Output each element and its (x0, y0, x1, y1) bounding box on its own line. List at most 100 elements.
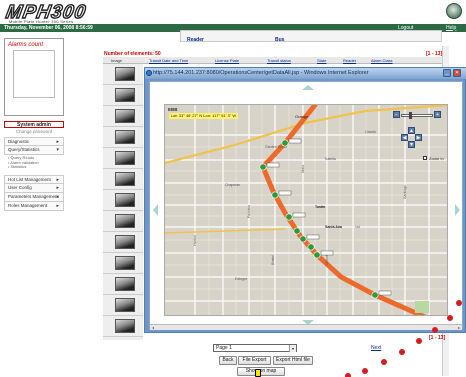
zoom-control: − + ▲ ◀ ▶ ▼ Zoom In (393, 111, 445, 171)
zoom-out-icon[interactable]: − (393, 111, 400, 118)
table-row[interactable] (103, 85, 143, 106)
submenu-statistics[interactable]: • Statistics (8, 164, 60, 170)
show-on-map-button[interactable]: Show on map (237, 367, 285, 376)
table-row[interactable] (103, 316, 143, 337)
pan-right-arrow-icon[interactable] (455, 204, 460, 216)
menu-item-label: Diagnostic (8, 139, 30, 144)
table-row[interactable] (103, 169, 143, 190)
plate-image[interactable] (115, 193, 135, 207)
table-row[interactable] (103, 274, 143, 295)
image-column (103, 64, 143, 340)
plate-image[interactable] (115, 298, 135, 312)
popup-title: http://75.144.201.237:8080/OperationsCen… (153, 70, 369, 76)
chevron-down-icon: ▾ (289, 345, 296, 352)
next-page-link[interactable]: Next (371, 345, 381, 351)
table-row[interactable] (103, 64, 143, 85)
chevron-right-icon: ▸ (56, 184, 59, 191)
table-row[interactable] (103, 106, 143, 127)
change-password-link[interactable]: Change password (4, 129, 64, 134)
column-header[interactable]: Alarm Class (371, 58, 393, 63)
zoom-slider[interactable] (401, 114, 433, 117)
popup-body: EBB Lat: 33° 46' 27" N Lon: 117° 51' 3" … (149, 81, 463, 330)
current-user: System admin (4, 121, 64, 128)
plate-image[interactable] (115, 130, 135, 144)
pan-north-icon[interactable]: ▲ (408, 127, 415, 134)
pan-east-icon[interactable]: ▶ (415, 134, 422, 141)
alarms-count-panel: Alarms count (4, 38, 64, 116)
dot-icon (456, 300, 462, 306)
column-header[interactable]: Transit status (267, 58, 291, 63)
plate-image[interactable] (115, 277, 135, 291)
bus-label: Bus (275, 37, 285, 43)
sidebar-menu: Diagnostic ▸ Query/Statistics ▾ • Query … (4, 137, 64, 211)
pan-west-icon[interactable]: ◀ (401, 134, 408, 141)
table-row[interactable] (103, 211, 143, 232)
marker-tag (378, 290, 392, 296)
file-export-button[interactable]: File Export (238, 356, 271, 365)
menu-user-config[interactable]: User Config ▸ (4, 183, 64, 193)
table-row[interactable] (103, 127, 143, 148)
plate-image[interactable] (115, 109, 135, 123)
pan-south-icon[interactable]: ▼ (408, 141, 415, 148)
table-row[interactable] (103, 190, 143, 211)
reading-marker (259, 163, 267, 171)
scroll-right-icon[interactable]: ▸ (456, 325, 462, 331)
plate-image[interactable] (115, 235, 135, 249)
column-header[interactable]: State (317, 58, 326, 63)
page-root: MPH300 Mobile Plate Hunter 300 Series Th… (0, 0, 466, 377)
map-view[interactable]: EBB Lat: 33° 46' 27" N Lon: 117° 51' 3" … (164, 104, 448, 316)
dot-icon (416, 338, 422, 344)
plate-image[interactable] (115, 214, 135, 228)
chevron-right-icon: ▸ (56, 176, 59, 183)
table-row[interactable] (103, 232, 143, 253)
column-header[interactable]: Reader (343, 58, 356, 63)
zoom-in-icon[interactable]: + (434, 111, 441, 118)
plate-image[interactable] (115, 67, 135, 81)
menu-parameters[interactable]: Parameters Management ▸ (4, 192, 64, 202)
table-row[interactable] (103, 295, 143, 316)
menu-query-statistics[interactable]: Query/Statistics ▾ (4, 146, 64, 155)
back-button[interactable]: Back (219, 356, 237, 365)
marker-tag (292, 212, 306, 218)
plate-image[interactable] (115, 88, 135, 102)
help-link[interactable]: Help (446, 25, 456, 32)
popup-title-bar[interactable]: http://75.144.201.237:8080/OperationsCen… (145, 68, 466, 79)
marker-tag (266, 162, 280, 168)
close-button[interactable]: ✕ (453, 69, 461, 77)
reading-marker (371, 291, 379, 299)
reading-marker (307, 243, 315, 251)
chevron-right-icon: ▸ (56, 139, 59, 145)
zoom-in-checkbox[interactable] (423, 156, 427, 160)
pan-up-arrow-icon[interactable] (302, 85, 314, 90)
scroll-left-icon[interactable]: ◂ (150, 325, 156, 331)
export-html-button[interactable]: Export Html file (273, 356, 313, 365)
table-row[interactable] (103, 253, 143, 274)
plate-image[interactable] (115, 151, 135, 165)
marker-tag (288, 138, 302, 144)
range-indicator-bottom: [1 - 13] (429, 335, 446, 341)
reading-marker (271, 191, 279, 199)
dot-icon (399, 349, 405, 355)
popup-horizontal-scrollbar[interactable]: ◂ ▸ (150, 324, 462, 330)
menu-roles[interactable]: Roles Management ▸ (4, 201, 64, 211)
zoom-slider-knob[interactable] (409, 112, 412, 119)
menu-diagnostic[interactable]: Diagnostic ▸ (4, 137, 64, 146)
dot-icon (432, 327, 438, 333)
column-header[interactable]: Transit Date and Time (149, 58, 188, 63)
reading-marker (285, 213, 293, 221)
dot-icon (345, 373, 351, 377)
reading-marker (299, 235, 307, 243)
menu-hot-list[interactable]: Hot List Management ▸ (4, 174, 64, 184)
reading-marker (281, 139, 289, 147)
table-header: Image Transit Date and Time License Plat… (103, 57, 443, 64)
table-row[interactable] (103, 148, 143, 169)
plate-image[interactable] (115, 256, 135, 270)
page-select[interactable]: Page 1 ▾ (213, 344, 297, 352)
plate-image[interactable] (115, 172, 135, 186)
plate-image[interactable] (115, 319, 135, 333)
pan-left-arrow-icon[interactable] (153, 204, 158, 216)
reading-marker (313, 251, 321, 259)
column-header[interactable]: License Plate (215, 58, 239, 63)
dot-icon (447, 315, 453, 321)
minimize-button[interactable]: _ (443, 69, 451, 77)
